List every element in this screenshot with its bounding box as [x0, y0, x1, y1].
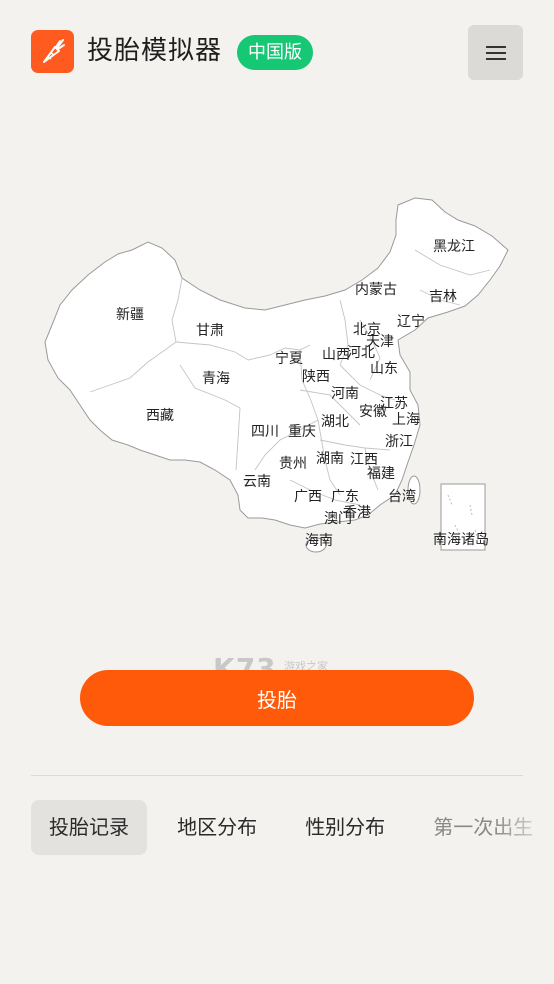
province-label[interactable]: 宁夏 — [275, 350, 303, 367]
menu-button[interactable] — [468, 25, 523, 80]
province-label[interactable]: 辽宁 — [397, 313, 425, 330]
province-label[interactable]: 湖南 — [316, 451, 344, 467]
reincarnate-button[interactable]: 投胎 — [80, 670, 474, 726]
province-label[interactable]: 广西 — [294, 489, 322, 505]
tab-fade-mask — [494, 800, 554, 857]
carrot-icon — [42, 38, 65, 63]
province-label[interactable]: 河南 — [331, 386, 359, 402]
province-label[interactable]: 青海 — [202, 371, 230, 387]
province-label[interactable]: 浙江 — [385, 434, 413, 450]
tab-records[interactable]: 投胎记录 — [31, 800, 147, 855]
province-label[interactable]: 吉林 — [429, 289, 457, 305]
province-label[interactable]: 贵州 — [279, 456, 307, 472]
province-label[interactable]: 重庆 — [288, 424, 316, 440]
province-label[interactable]: 西藏 — [146, 408, 174, 424]
province-label[interactable]: 新疆 — [116, 307, 144, 323]
province-label[interactable]: 福建 — [367, 466, 395, 482]
province-label[interactable]: 山东 — [370, 361, 398, 377]
tab-region-distribution[interactable]: 地区分布 — [159, 800, 275, 855]
china-map[interactable]: 黑龙江 吉林 辽宁 内蒙古 新疆 甘肃 北京 天津 河北 宁夏 山西 山东 青海 陕西 河南 江苏 西藏 湖北 安徽… — [0, 180, 554, 685]
province-label[interactable]: 南海诸岛 — [433, 532, 489, 548]
province-label[interactable]: 甘肃 — [196, 323, 224, 339]
tab-bar: 投胎记录 地区分布 性别分布 第一次出生 — [31, 800, 554, 857]
province-label[interactable]: 台湾 — [388, 488, 416, 505]
province-label[interactable]: 河北 — [347, 345, 375, 361]
province-label[interactable]: 内蒙古 — [355, 282, 397, 298]
app-logo — [31, 30, 74, 73]
province-label[interactable]: 澳门 — [324, 511, 352, 527]
province-label[interactable]: 安徽 — [359, 404, 387, 420]
province-label[interactable]: 陕西 — [302, 369, 330, 385]
province-label[interactable]: 海南 — [305, 533, 333, 549]
province-label[interactable]: 云南 — [243, 474, 271, 490]
china-map-svg[interactable]: 黑龙江吉林辽宁内蒙古新疆甘肃 北京天津河北宁夏 山西山东青海 陕西河南江苏西藏 湖北安徽… — [0, 180, 554, 580]
province-label[interactable]: 四川 — [251, 424, 279, 440]
app-title: 投胎模拟器 — [87, 36, 223, 66]
app-header: 投胎模拟器 中国版 — [0, 0, 554, 100]
divider — [31, 775, 523, 776]
version-badge: 中国版 — [237, 35, 313, 70]
province-label[interactable]: 上海 — [392, 412, 420, 428]
tab-gender-distribution[interactable]: 性别分布 — [287, 800, 403, 855]
hamburger-icon — [485, 45, 506, 60]
province-label[interactable]: 黑龙江 — [433, 239, 475, 255]
province-label[interactable]: 湖北 — [321, 414, 349, 430]
province-label[interactable]: 广东 — [331, 489, 359, 505]
province-label[interactable]: 山西 — [322, 347, 350, 363]
